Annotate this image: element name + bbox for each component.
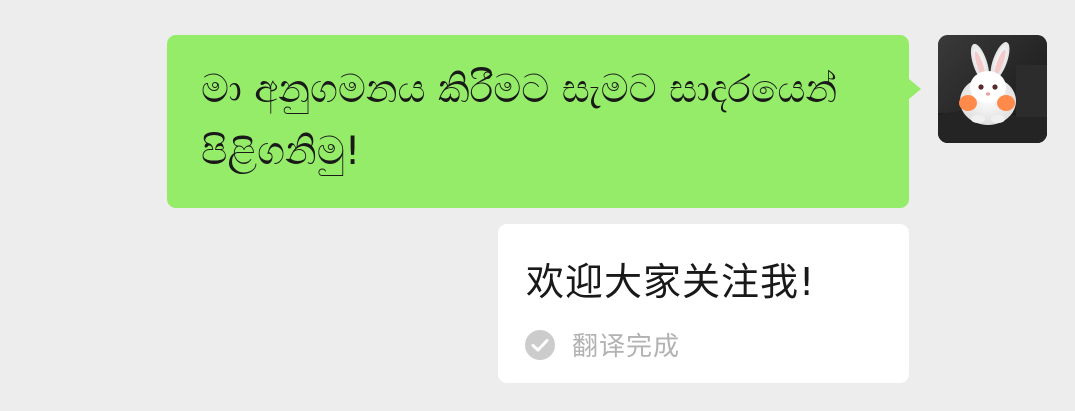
translation-status: 翻译完成 xyxy=(524,326,680,363)
message-text: මා අනුගමනය කිරීමට සැමට සාදරයෙන් පිළිගනිම… xyxy=(201,67,850,174)
rabbit-avatar-image xyxy=(938,35,1047,143)
translated-text: 欢迎大家关注我! xyxy=(526,260,816,304)
chat-view: මා අනුගමනය කිරීමට සැමට සාදරයෙන් පිළිගනිම… xyxy=(0,0,1075,411)
translation-bubble[interactable]: 欢迎大家关注我! 翻译完成 xyxy=(498,224,909,383)
check-circle-icon xyxy=(525,329,555,360)
translation-status-label: 翻译完成 xyxy=(572,332,681,362)
message-bubble[interactable]: මා අනුගමනය කිරීමට සැමට සාදරයෙන් පිළිගනිම… xyxy=(167,35,921,208)
bubble-tail xyxy=(909,79,921,99)
avatar[interactable] xyxy=(938,35,1047,143)
